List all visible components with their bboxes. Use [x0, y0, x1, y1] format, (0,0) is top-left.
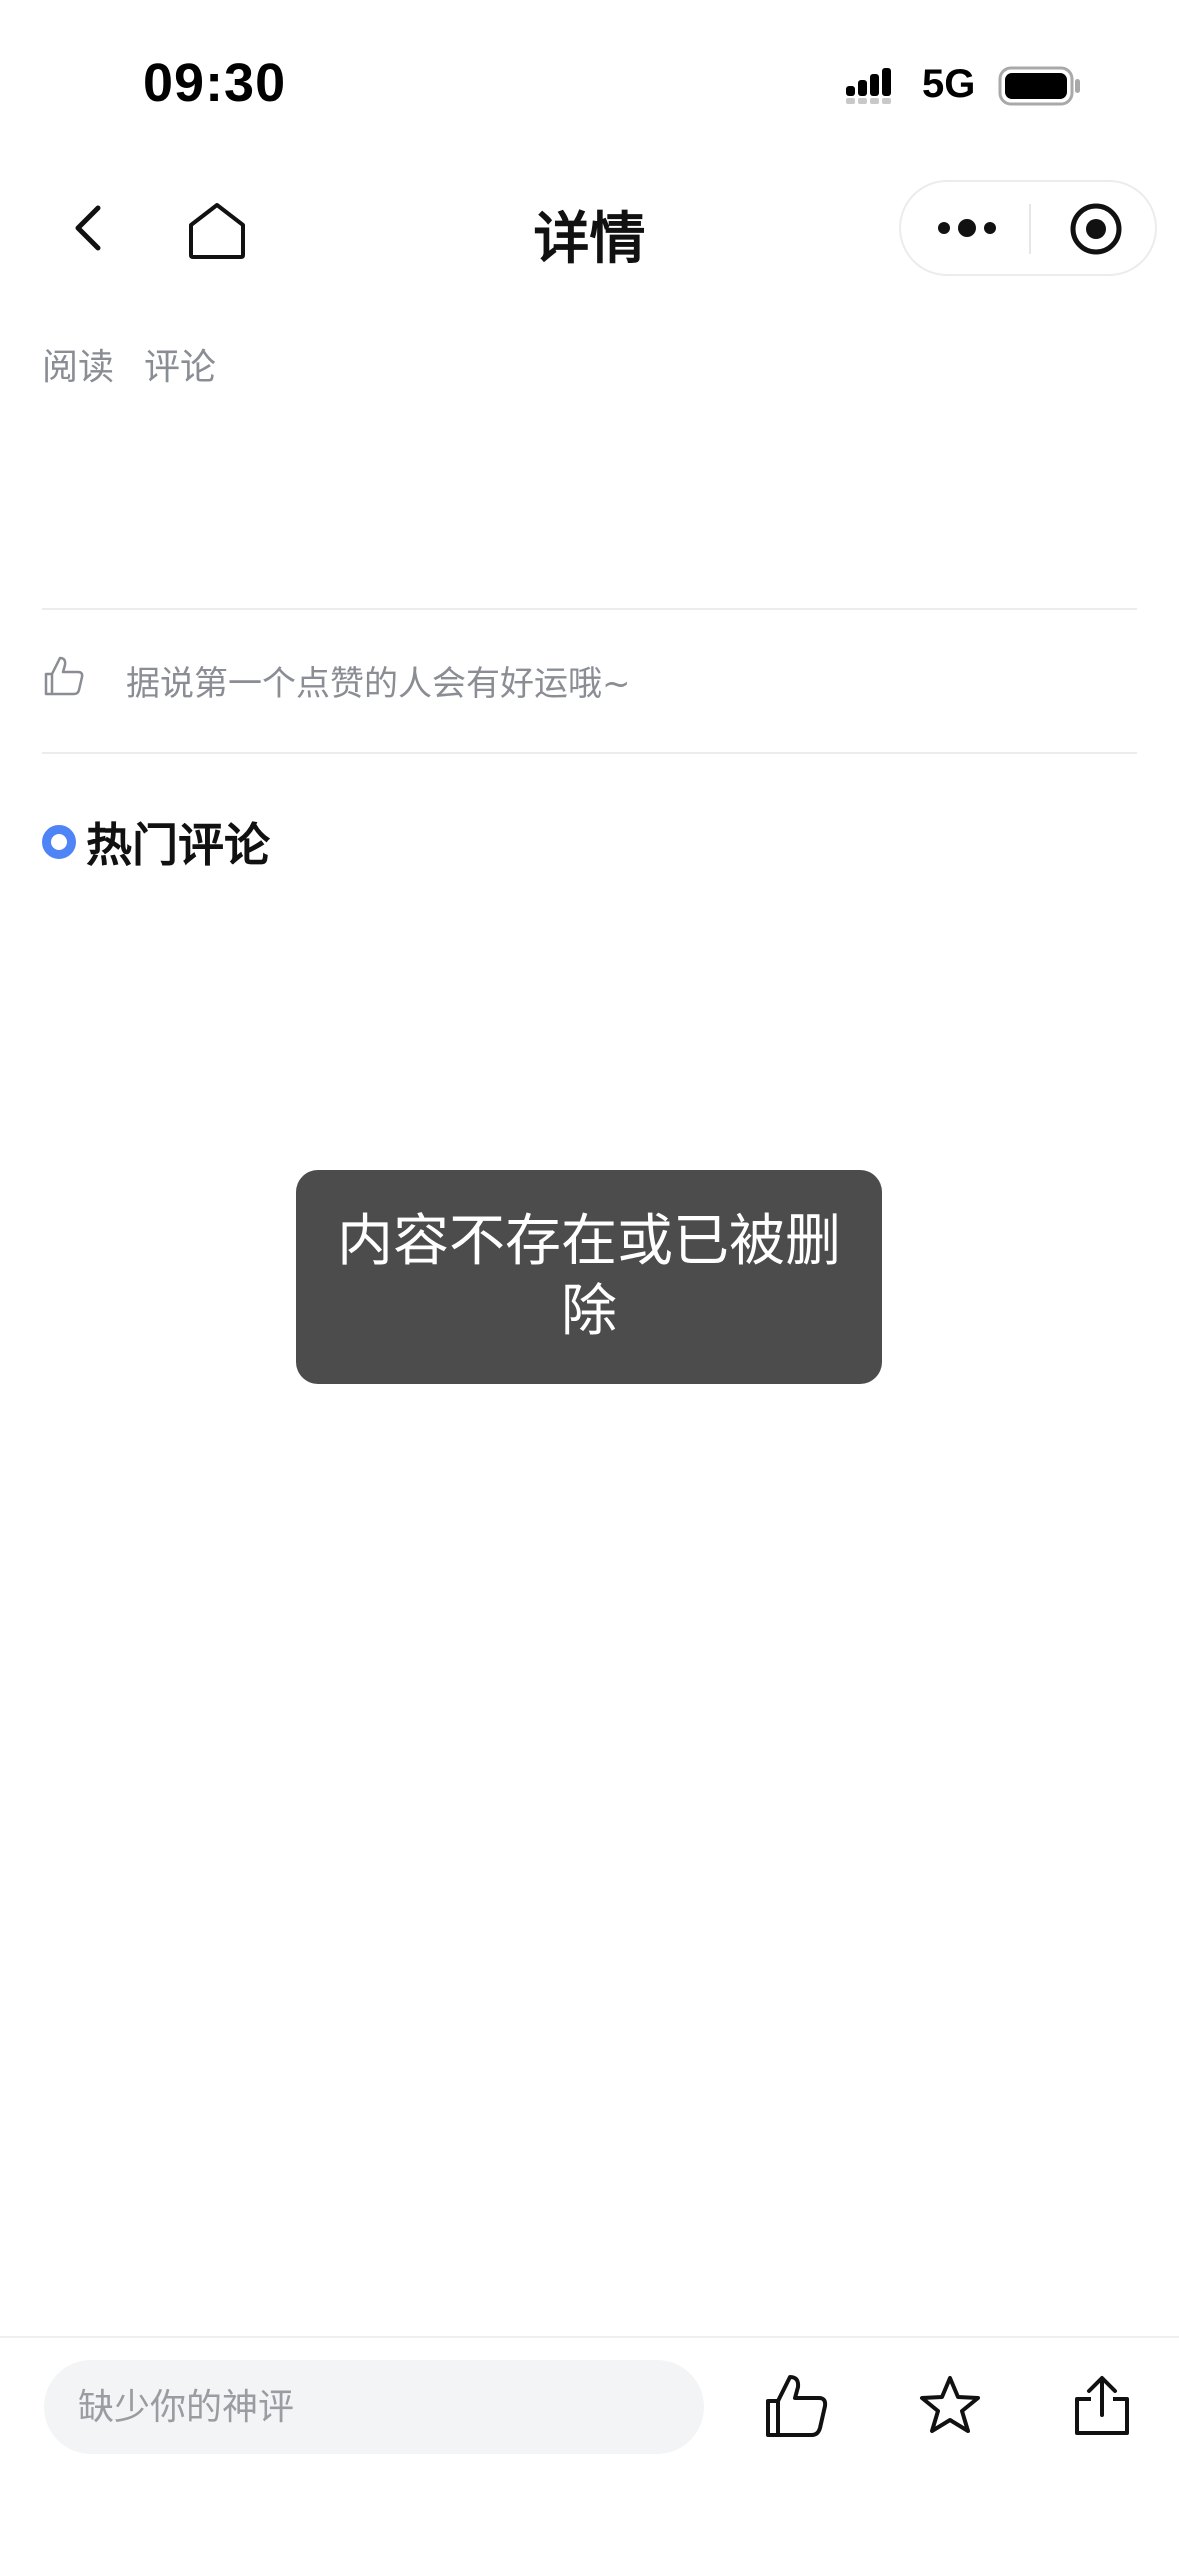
target-circle-icon [1070, 203, 1122, 255]
status-bar: 09:30 5G [0, 0, 1179, 160]
bottom-action-bar [0, 2336, 1179, 2556]
share-button[interactable] [1062, 2366, 1142, 2446]
signal-icon [846, 66, 906, 106]
article-meta: 阅读 评论 [42, 338, 216, 390]
like-button[interactable] [757, 2366, 837, 2446]
divider [42, 752, 1137, 754]
divider [42, 608, 1137, 610]
like-hint-text: 据说第一个点赞的人会有好运哦~ [126, 664, 631, 704]
hot-comments-title: 热门评论 [86, 818, 270, 872]
favorite-button[interactable] [910, 2366, 990, 2446]
status-time: 09:30 [143, 53, 287, 113]
like-row[interactable]: 据说第一个点赞的人会有好运哦~ [42, 650, 1137, 710]
more-button[interactable] [929, 200, 1005, 256]
thumbs-up-icon [766, 2375, 828, 2437]
star-icon [920, 2376, 980, 2433]
thumbs-up-outline-icon [42, 654, 86, 698]
section-dot-icon [42, 825, 76, 859]
read-count-label: 阅读 [42, 347, 115, 388]
close-mini-program-button[interactable] [1067, 200, 1125, 258]
more-dots-icon [938, 219, 996, 237]
navigation-bar: 详情 [0, 160, 1179, 300]
hot-comments-header: 热门评论 [42, 812, 270, 872]
network-label: 5G [922, 62, 976, 106]
comment-input[interactable] [44, 2360, 704, 2454]
capsule-divider [1029, 204, 1031, 254]
mini-program-capsule [899, 180, 1157, 276]
comment-count-label: 评论 [144, 347, 217, 388]
toast-text: 内容不存在或已被删除 [337, 1209, 841, 1344]
battery-icon [998, 66, 1082, 106]
toast-message: 内容不存在或已被删除 [296, 1170, 882, 1384]
share-icon [1075, 2376, 1129, 2435]
